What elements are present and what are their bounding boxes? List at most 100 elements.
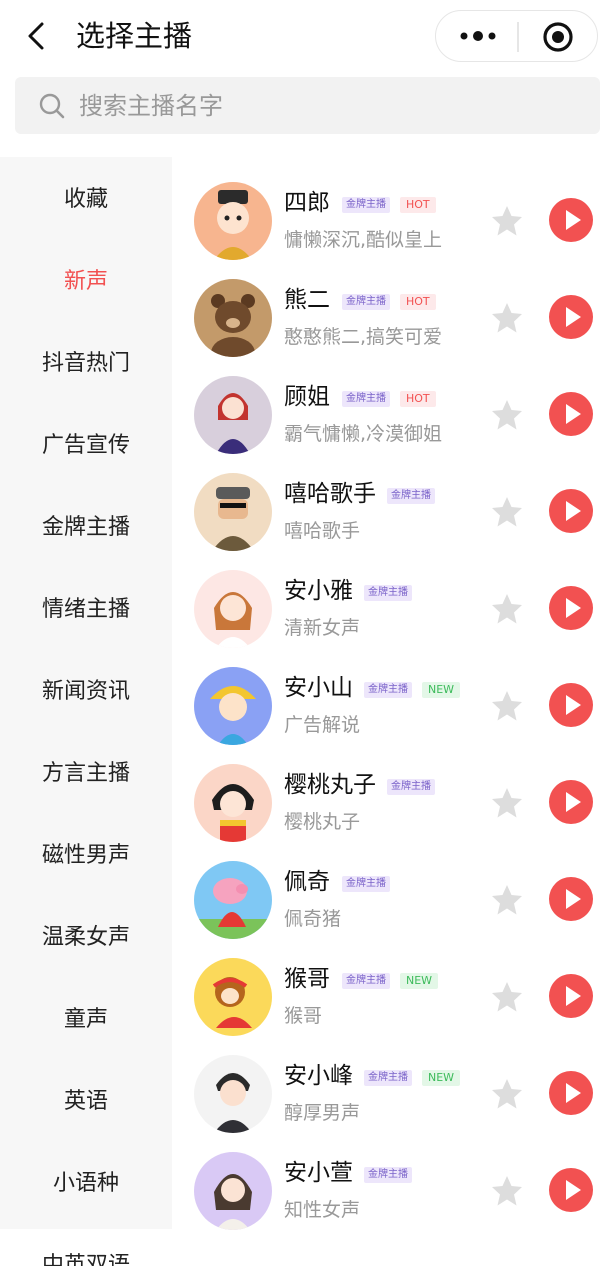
star-icon[interactable] (490, 1174, 524, 1208)
list-item[interactable]: 猴哥 金牌主播 NEW 猴哥 (172, 946, 616, 1043)
gold-anchor-badge: 金牌主播 (342, 876, 390, 892)
list-item[interactable]: 嘻哈歌手 金牌主播 嘻哈歌手 (172, 461, 616, 558)
avatar (194, 182, 272, 260)
play-icon[interactable] (548, 973, 594, 1019)
star-icon[interactable] (490, 786, 524, 820)
back-button[interactable] (22, 18, 56, 54)
voice-name: 顾姐 (284, 384, 330, 410)
category-douyin-hot[interactable]: 抖音热门 (0, 348, 172, 380)
play-icon[interactable] (548, 294, 594, 340)
list-item[interactable]: 安小峰 金牌主播 NEW 醇厚男声 (172, 1043, 616, 1140)
star-icon[interactable] (490, 301, 524, 335)
cartoon-monkey-avatar-icon (212, 977, 252, 1028)
hot-badge: HOT (400, 197, 436, 213)
close-mini-program-button[interactable] (540, 19, 576, 55)
category-magnetic-male[interactable]: 磁性男声 (0, 840, 172, 872)
badge-group: 金牌主播 (387, 488, 435, 506)
mini-program-close-icon (543, 22, 573, 52)
play-icon[interactable] (548, 488, 594, 534)
cartoon-maruko-avatar-icon (212, 784, 254, 842)
category-minor-languages[interactable]: 小语种 (0, 1168, 172, 1200)
star-icon[interactable] (490, 204, 524, 238)
category-emotion-anchor[interactable]: 情绪主播 (0, 594, 172, 626)
play-icon[interactable] (548, 585, 594, 631)
hot-badge: HOT (400, 391, 436, 407)
avatar (194, 279, 272, 357)
voice-name: 佩奇 (284, 869, 330, 895)
top-navigation-bar: 选择主播 (0, 0, 616, 74)
gold-anchor-badge: 金牌主播 (342, 197, 390, 213)
star-icon[interactable] (490, 592, 524, 626)
list-item[interactable]: 樱桃丸子 金牌主播 樱桃丸子 (172, 752, 616, 849)
category-bilingual[interactable]: 中英双语 (0, 1250, 172, 1266)
play-icon[interactable] (548, 1167, 594, 1213)
mini-program-capsule (435, 10, 598, 62)
list-item[interactable]: 安小萱 金牌主播 知性女声 (172, 1140, 616, 1237)
category-favorites[interactable]: 收藏 (0, 184, 172, 216)
voice-description: 憨憨熊二,搞笑可爱 (284, 326, 443, 348)
badge-group: 金牌主播 HOT (342, 197, 436, 215)
voice-name: 安小峰 (284, 1063, 353, 1089)
voice-name: 安小雅 (284, 578, 353, 604)
category-child-voice[interactable]: 童声 (0, 1004, 172, 1036)
star-icon[interactable] (490, 1077, 524, 1111)
list-item[interactable]: 四郎 金牌主播 HOT 慵懒深沉,酷似皇上 (172, 170, 616, 267)
new-badge: NEW (422, 1070, 461, 1086)
star-icon[interactable] (490, 980, 524, 1014)
voice-description: 猴哥 (284, 1005, 323, 1027)
badge-group: 金牌主播 HOT (342, 294, 436, 312)
gold-anchor-badge: 金牌主播 (364, 682, 412, 698)
badge-group: 金牌主播 (364, 1167, 412, 1185)
avatar (194, 667, 272, 745)
gold-anchor-badge: 金牌主播 (364, 1070, 412, 1086)
category-gentle-female[interactable]: 温柔女声 (0, 922, 172, 954)
search-input[interactable]: 搜索主播名字 (79, 90, 223, 122)
page-title: 选择主播 (76, 19, 193, 53)
gold-anchor-badge: 金牌主播 (342, 391, 390, 407)
category-dialect[interactable]: 方言主播 (0, 758, 172, 790)
cartoon-pig-avatar-icon (194, 878, 272, 939)
star-icon[interactable] (490, 689, 524, 723)
avatar (194, 570, 272, 648)
list-item[interactable]: 佩奇 金牌主播 佩奇猪 (172, 849, 616, 946)
cartoon-woman-avatar-icon (216, 393, 250, 454)
voice-name: 四郎 (284, 190, 330, 216)
play-icon[interactable] (548, 391, 594, 437)
voice-description: 霸气慵懒,冷漠御姐 (284, 423, 443, 445)
list-item[interactable]: 熊二 金牌主播 HOT 憨憨熊二,搞笑可爱 (172, 267, 616, 364)
star-icon[interactable] (490, 398, 524, 432)
play-icon[interactable] (548, 197, 594, 243)
search-bar[interactable]: 搜索主播名字 (15, 77, 600, 134)
voice-name: 樱桃丸子 (284, 772, 376, 798)
list-item[interactable]: 安小雅 金牌主播 清新女声 (172, 558, 616, 655)
category-news[interactable]: 新闻资讯 (0, 676, 172, 708)
category-english[interactable]: 英语 (0, 1086, 172, 1118)
cartoon-boy-avatar-icon (210, 686, 256, 745)
star-icon[interactable] (490, 495, 524, 529)
voice-name: 猴哥 (284, 966, 330, 992)
list-item[interactable]: 安小山 金牌主播 NEW 广告解说 (172, 655, 616, 752)
cartoon-girl-avatar-icon (214, 592, 252, 648)
voice-name: 嘻哈歌手 (284, 481, 376, 507)
voice-description: 佩奇猪 (284, 908, 342, 930)
badge-group: 金牌主播 NEW (364, 1070, 461, 1088)
badge-group: 金牌主播 (387, 779, 435, 797)
more-button[interactable] (452, 21, 504, 51)
category-advertising[interactable]: 广告宣传 (0, 430, 172, 462)
play-icon[interactable] (548, 1070, 594, 1116)
play-icon[interactable] (548, 682, 594, 728)
voice-name: 安小山 (284, 675, 353, 701)
star-icon[interactable] (490, 883, 524, 917)
voice-description: 广告解说 (284, 714, 361, 736)
list-item[interactable]: 顾姐 金牌主播 HOT 霸气慵懒,冷漠御姐 (172, 364, 616, 461)
avatar (194, 764, 272, 842)
play-icon[interactable] (548, 779, 594, 825)
badge-group: 金牌主播 NEW (342, 973, 439, 991)
category-gold-anchor[interactable]: 金牌主播 (0, 512, 172, 544)
badge-group: 金牌主播 (364, 585, 412, 603)
avatar (194, 958, 272, 1036)
capsule-divider (517, 22, 519, 52)
badge-group: 金牌主播 (342, 876, 390, 894)
category-new-voices[interactable]: 新声 (0, 266, 172, 298)
play-icon[interactable] (548, 876, 594, 922)
